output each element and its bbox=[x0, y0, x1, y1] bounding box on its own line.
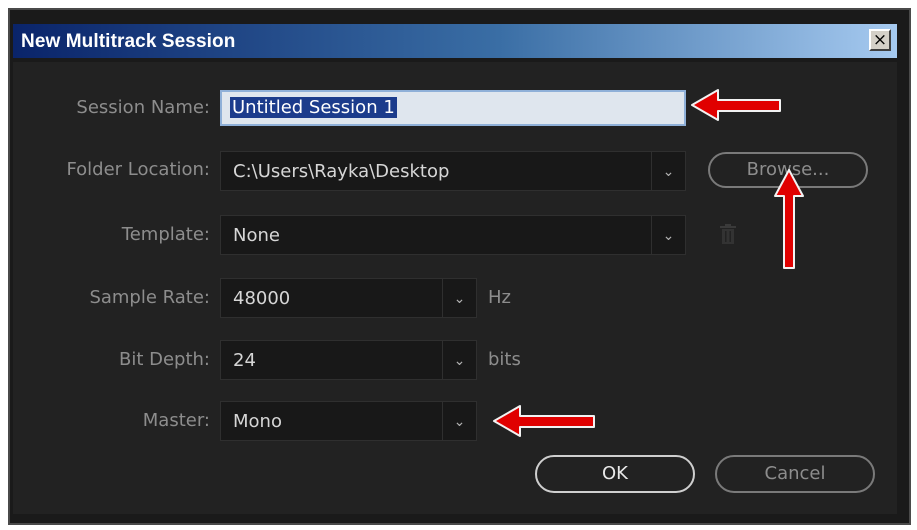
template-select[interactable]: None ⌄ bbox=[220, 215, 686, 255]
chevron-down-icon[interactable]: ⌄ bbox=[651, 152, 685, 190]
template-label: Template: bbox=[121, 224, 210, 245]
trash-icon[interactable] bbox=[719, 224, 737, 244]
ok-button[interactable]: OK bbox=[535, 455, 695, 493]
template-value: None bbox=[233, 225, 280, 246]
close-icon: × bbox=[872, 30, 888, 50]
cancel-button[interactable]: Cancel bbox=[715, 455, 875, 493]
dialog-title: New Multitrack Session bbox=[21, 31, 236, 52]
folder-location-value: C:\Users\Rayka\Desktop bbox=[233, 161, 450, 182]
chevron-down-icon[interactable]: ⌄ bbox=[442, 341, 476, 379]
bit-depth-unit: bits bbox=[488, 349, 521, 370]
cancel-label: Cancel bbox=[764, 463, 826, 484]
sample-rate-select[interactable]: 48000 ⌄ bbox=[220, 278, 477, 318]
session-name-input[interactable]: Untitled Session 1 bbox=[220, 90, 686, 126]
bit-depth-label: Bit Depth: bbox=[118, 349, 210, 370]
session-name-value: Untitled Session 1 bbox=[230, 97, 397, 118]
master-value: Mono bbox=[233, 411, 282, 432]
folder-location-select[interactable]: C:\Users\Rayka\Desktop ⌄ bbox=[220, 151, 686, 191]
browse-button[interactable]: Browse... bbox=[708, 152, 868, 188]
chevron-down-icon[interactable]: ⌄ bbox=[442, 402, 476, 440]
chevron-down-icon[interactable]: ⌄ bbox=[442, 279, 476, 317]
bit-depth-value: 24 bbox=[233, 350, 256, 371]
sample-rate-unit: Hz bbox=[488, 287, 511, 308]
session-name-label: Session Name: bbox=[76, 97, 210, 118]
folder-location-label: Folder Location: bbox=[66, 159, 210, 180]
master-label: Master: bbox=[142, 410, 210, 431]
bit-depth-select[interactable]: 24 ⌄ bbox=[220, 340, 477, 380]
sample-rate-value: 48000 bbox=[233, 288, 291, 309]
chevron-down-icon[interactable]: ⌄ bbox=[651, 216, 685, 254]
sample-rate-label: Sample Rate: bbox=[89, 287, 210, 308]
title-bar[interactable]: New Multitrack Session × bbox=[13, 24, 897, 58]
master-select[interactable]: Mono ⌄ bbox=[220, 401, 477, 441]
close-button[interactable]: × bbox=[869, 29, 891, 51]
ok-label: OK bbox=[602, 463, 628, 484]
browse-label: Browse... bbox=[746, 159, 830, 180]
